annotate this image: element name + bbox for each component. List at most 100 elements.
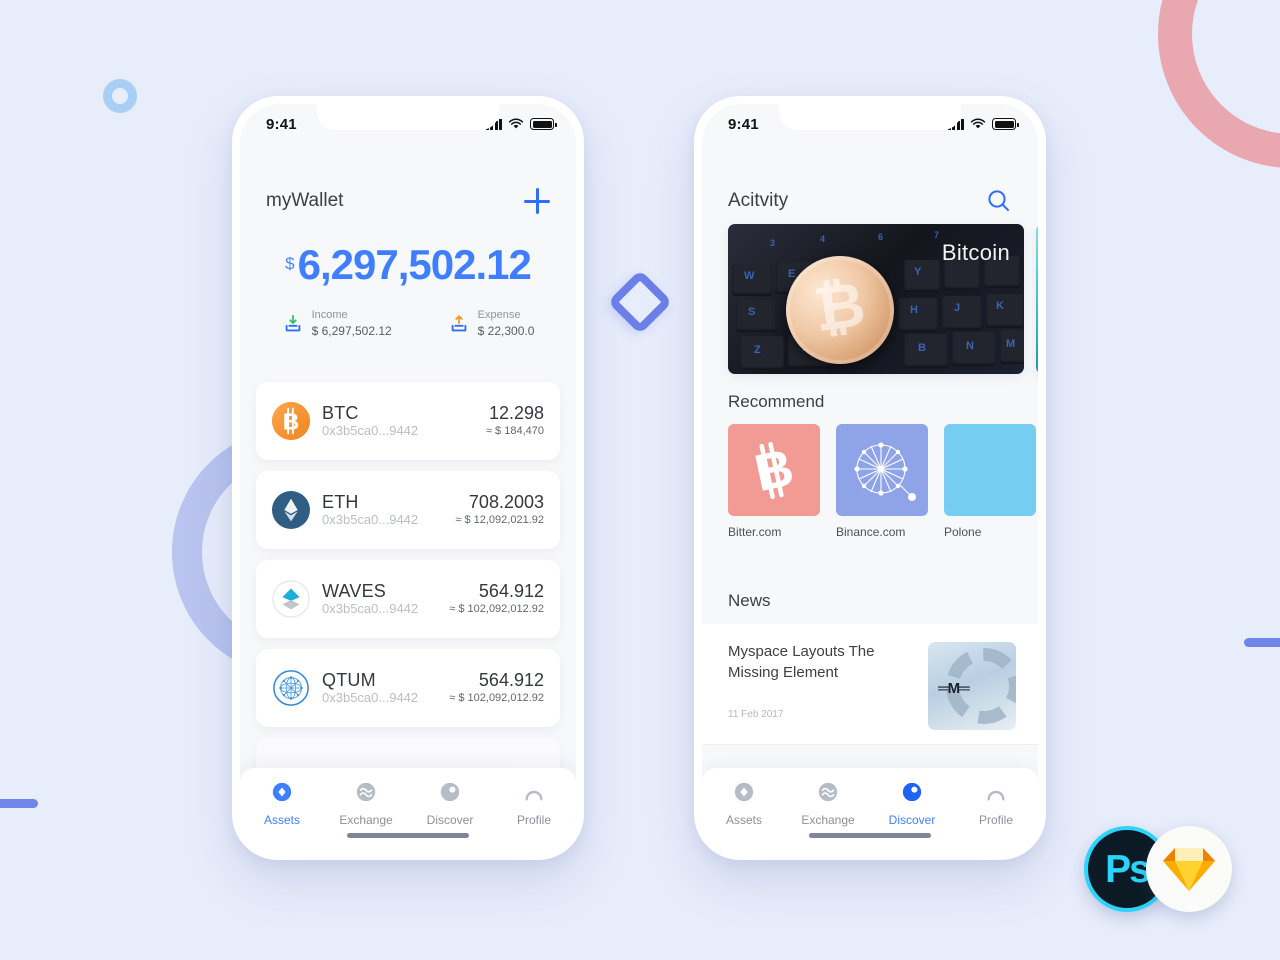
device-notch	[779, 104, 961, 130]
news-section-title: News	[728, 591, 771, 610]
home-indicator[interactable]	[347, 833, 469, 838]
wifi-icon	[970, 118, 986, 129]
status-clock: 9:41	[728, 115, 759, 133]
income-summary[interactable]: Income $ 6,297,502.12	[282, 308, 392, 339]
coin-fiat-value: ≈ $ 184,470	[485, 424, 544, 437]
recommend-list[interactable]: B Bitter.com	[702, 424, 1038, 549]
tab-label: Exchange	[801, 813, 855, 827]
page-title: Acitvity	[728, 190, 789, 211]
coin-fiat-value: ≈ $ 102,092,012.92	[449, 602, 544, 615]
phone-mockup-assets: 9:41 myWallet $ 6,297,502.12 Income $ 6,…	[232, 96, 584, 860]
table-row[interactable]: B BTC 0x3b5ca0...9442 12.298 ≈ $ 184,470	[256, 382, 560, 460]
tab-label: Assets	[263, 813, 300, 827]
bottom-tab-bar-assets: Assets Exchange Discover Profile	[240, 768, 576, 852]
coin-values: 564.912 ≈ $ 102,092,012.92	[449, 581, 544, 617]
tab-discover[interactable]: Discover	[408, 781, 492, 827]
decorative-bar-left	[0, 799, 38, 808]
battery-full-icon	[992, 118, 1019, 130]
tab-assets[interactable]: Assets	[702, 781, 786, 827]
decorative-diamond-outline	[607, 269, 673, 335]
tab-exchange[interactable]: Exchange	[324, 781, 408, 827]
expense-label: Expense	[477, 309, 521, 321]
total-balance-amount: 6,297,502.12	[297, 241, 532, 288]
recommend-name: Polone	[944, 525, 982, 539]
discover-compass-icon	[902, 782, 922, 802]
list-item[interactable]: Polone	[944, 424, 1036, 539]
balance-row: $ 6,297,502.12	[240, 244, 576, 286]
photoshop-label: Ps	[1105, 847, 1151, 891]
bitcoin-b-icon: B	[750, 440, 799, 500]
profile-person-icon	[987, 790, 1005, 801]
coin-info: WAVES 0x3b5ca0...9442	[322, 581, 449, 618]
coin-symbol: ETH	[322, 491, 359, 512]
coin-symbol: BTC	[322, 402, 359, 423]
coin-amount: 564.912	[478, 580, 544, 601]
income-label: Income	[311, 309, 348, 321]
canvas: 9:41 myWallet $ 6,297,502.12 Income $ 6,…	[0, 0, 1280, 960]
banner-carousel[interactable]: W E Y S H J K Z X B N M 3 4 6	[702, 224, 1038, 374]
coin-address: 0x3b5ca0...9442	[322, 601, 419, 617]
coin-address: 0x3b5ca0...9442	[322, 512, 419, 528]
list-item[interactable]: Binance.com	[836, 424, 928, 539]
assets-header: myWallet	[240, 182, 576, 220]
coin-address: 0x3b5ca0...9442	[322, 690, 419, 706]
banner-card-bitcoin[interactable]: W E Y S H J K Z X B N M 3 4 6	[728, 224, 1024, 374]
list-item[interactable]: Myspace Layouts The Missing Element 11 F…	[702, 624, 1038, 745]
currency-symbol: $	[285, 254, 295, 273]
battery-full-icon	[530, 118, 557, 130]
recommend-name: Bitter.com	[728, 525, 782, 539]
recommend-thumb	[836, 424, 928, 516]
search-icon[interactable]	[986, 188, 1012, 214]
income-value: $ 6,297,502.12	[311, 323, 392, 338]
news-date: 11 Feb 2017	[728, 709, 784, 721]
assets-screen: 9:41 myWallet $ 6,297,502.12 Income $ 6,…	[240, 104, 576, 852]
device-notch	[317, 104, 499, 130]
bitcoin-coin-icon: B	[272, 402, 310, 440]
exchange-waves-icon	[356, 782, 376, 802]
coin-values: 564.912 ≈ $ 102,092,012.92	[449, 670, 544, 706]
list-item[interactable]: B Bitter.com	[728, 424, 820, 539]
qtum-coin-icon	[273, 670, 309, 706]
expense-tray-icon	[451, 314, 467, 331]
ethereum-coin-icon	[272, 491, 310, 529]
income-expense-row: Income $ 6,297,502.12 Expense $ 22,300.0	[240, 308, 576, 339]
coin-info: QTUM 0x3b5ca0...9442	[322, 670, 449, 707]
ibm-logo: ═M═	[938, 680, 970, 697]
coin-amount: 708.2003	[468, 491, 544, 512]
coin-values: 12.298 ≈ $ 184,470	[486, 403, 544, 439]
recommend-thumb	[944, 424, 1036, 516]
home-indicator[interactable]	[809, 833, 931, 838]
phone-mockup-discover: 9:41 Acitvity W E Y S H J K Z B N M 3 4 …	[694, 96, 1046, 860]
table-row[interactable]: QTUM 0x3b5ca0...9442 564.912 ≈ $ 102,092…	[256, 649, 560, 727]
asset-list: B BTC 0x3b5ca0...9442 12.298 ≈ $ 184,470	[256, 382, 560, 827]
profile-person-icon	[525, 790, 543, 801]
expense-summary[interactable]: Expense $ 22,300.0	[448, 308, 535, 339]
banner-card-secondary[interactable]	[1036, 224, 1038, 374]
news-thumbnail: ═M═	[928, 642, 1016, 730]
sketch-badge	[1146, 826, 1232, 912]
tab-label: Exchange	[339, 813, 393, 827]
decorative-pink-ring	[1158, 0, 1280, 168]
tab-exchange[interactable]: Exchange	[786, 781, 870, 827]
tab-profile[interactable]: Profile	[492, 781, 576, 827]
income-text: Income $ 6,297,502.12	[312, 308, 392, 339]
network-mesh-icon	[854, 442, 916, 501]
table-row[interactable]: ETH 0x3b5ca0...9442 708.2003 ≈ $ 12,092,…	[256, 471, 560, 549]
expense-value: $ 22,300.0	[477, 323, 535, 338]
coin-values: 708.2003 ≈ $ 12,092,021.92	[455, 492, 544, 528]
decorative-dot-ring	[103, 79, 137, 113]
banner-title: Bitcoin	[941, 240, 1010, 265]
table-row[interactable]: WAVES 0x3b5ca0...9442 564.912 ≈ $ 102,09…	[256, 560, 560, 638]
wifi-icon	[508, 118, 524, 129]
tab-assets[interactable]: Assets	[240, 781, 324, 827]
status-clock: 9:41	[266, 115, 297, 133]
tab-discover[interactable]: Discover	[870, 781, 954, 827]
coin-symbol: WAVES	[322, 580, 387, 601]
expense-text: Expense $ 22,300.0	[478, 308, 535, 339]
recommend-thumb: B	[728, 424, 820, 516]
tab-profile[interactable]: Profile	[954, 781, 1038, 827]
assets-diamond-icon	[734, 782, 754, 802]
decorative-bar-right	[1244, 638, 1280, 647]
tab-label: Discover	[888, 813, 936, 827]
plus-icon[interactable]	[524, 188, 550, 214]
